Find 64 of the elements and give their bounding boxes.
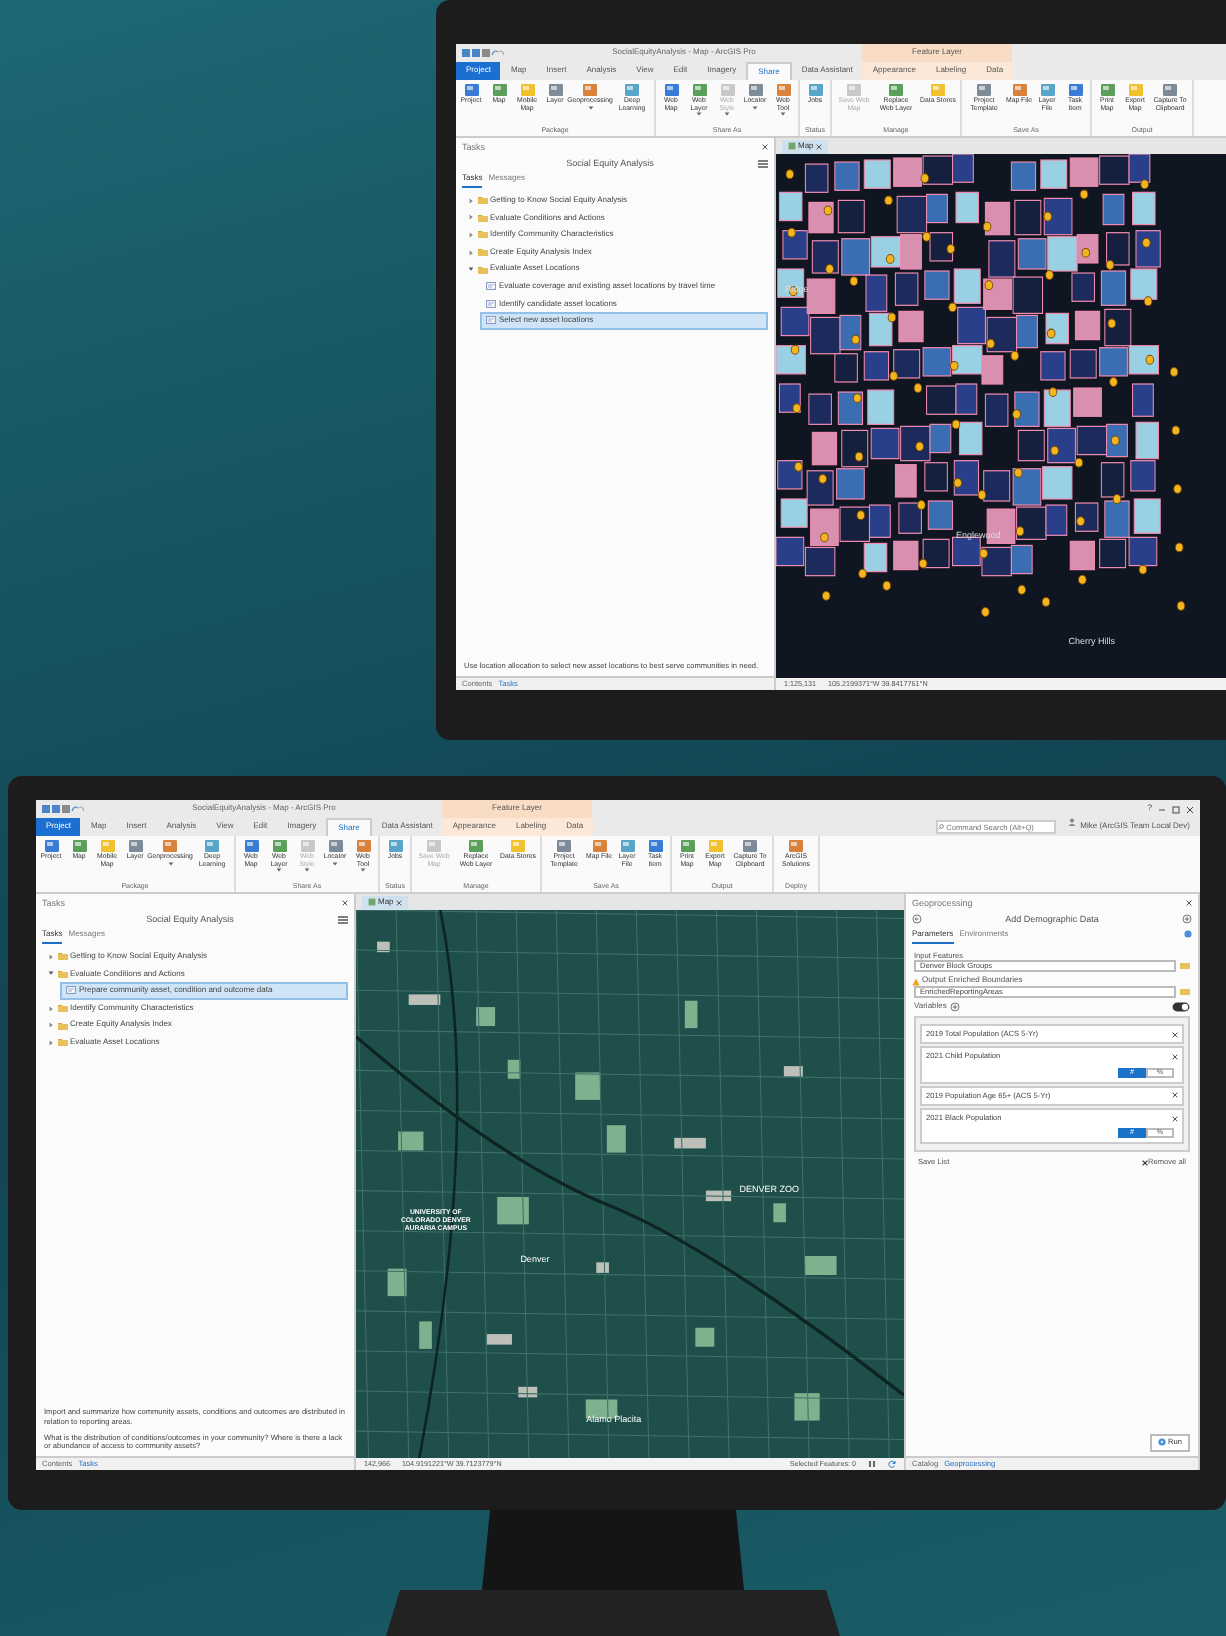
caret-icon: [332, 861, 338, 866]
toggle-switch[interactable]: [1172, 1001, 1190, 1012]
task-icon: [66, 986, 76, 995]
expand-caret-icon[interactable]: [468, 231, 474, 238]
folder-icon: [477, 230, 487, 239]
task-icon: [486, 282, 496, 291]
map-drawing[interactable]: [776, 153, 1226, 678]
caret-icon: [752, 105, 758, 110]
caret-icon: [587, 105, 593, 110]
quick-access-toolbar-drawing[interactable]: [462, 48, 506, 58]
caret-icon: [724, 112, 730, 117]
folder-icon: [57, 1038, 67, 1047]
folder-icon: [57, 969, 67, 978]
refresh-icon[interactable]: [888, 1459, 896, 1468]
folder-icon: [57, 1004, 67, 1013]
expand-caret-icon[interactable]: [48, 1022, 54, 1029]
map-icon: [788, 142, 796, 151]
folder-icon: [477, 213, 487, 222]
folder-icon: [57, 1021, 67, 1030]
close-icon[interactable]: [815, 143, 822, 150]
expand-caret-icon[interactable]: [468, 214, 474, 221]
close-icon[interactable]: [762, 144, 768, 151]
expand-caret-icon[interactable]: [468, 197, 474, 204]
add-icon[interactable]: [950, 1001, 961, 1012]
menu-icon[interactable]: [758, 159, 768, 168]
caret-icon: [276, 868, 282, 873]
run-icon: [1158, 1438, 1167, 1447]
user-icon: [1068, 818, 1077, 826]
remove-icon: [1142, 1160, 1148, 1166]
close-icon[interactable]: [1172, 1031, 1178, 1038]
close-icon[interactable]: [1172, 1115, 1178, 1122]
folder-icon: [57, 952, 67, 961]
pause-icon[interactable]: [868, 1459, 876, 1468]
expand-caret-icon[interactable]: [48, 1039, 54, 1046]
add-icon[interactable]: [1182, 914, 1192, 925]
back-icon[interactable]: [912, 914, 922, 925]
folder-icon: [477, 196, 487, 205]
caret-icon: [304, 868, 310, 873]
help-icon[interactable]: [1184, 930, 1192, 939]
folder-icon: [477, 248, 487, 257]
caret-icon: [167, 861, 173, 866]
close-icon[interactable]: [1172, 1092, 1178, 1099]
search-icon: [938, 824, 945, 830]
close-icon[interactable]: [395, 899, 402, 906]
task-icon: [486, 316, 496, 325]
close-icon[interactable]: [1172, 1053, 1178, 1060]
close-icon[interactable]: [1186, 805, 1194, 813]
expand-caret-icon[interactable]: [48, 1005, 54, 1012]
quick-access-toolbar-drawing[interactable]: [42, 804, 86, 814]
expand-caret-icon[interactable]: [48, 953, 54, 960]
maximize-icon[interactable]: [1172, 805, 1180, 813]
map-icon: [368, 898, 376, 907]
caret-icon: [696, 112, 702, 117]
folder-icon: [477, 265, 487, 274]
minimize-icon[interactable]: [1158, 805, 1166, 813]
collapse-caret-icon[interactable]: [48, 970, 54, 977]
caret-icon: [360, 868, 366, 873]
close-icon[interactable]: [342, 900, 348, 907]
collapse-caret-icon[interactable]: [468, 266, 474, 273]
caret-icon: [780, 112, 786, 117]
expand-caret-icon[interactable]: [468, 249, 474, 256]
close-icon[interactable]: [1186, 900, 1192, 907]
menu-icon[interactable]: [338, 915, 348, 924]
task-icon: [486, 299, 496, 308]
